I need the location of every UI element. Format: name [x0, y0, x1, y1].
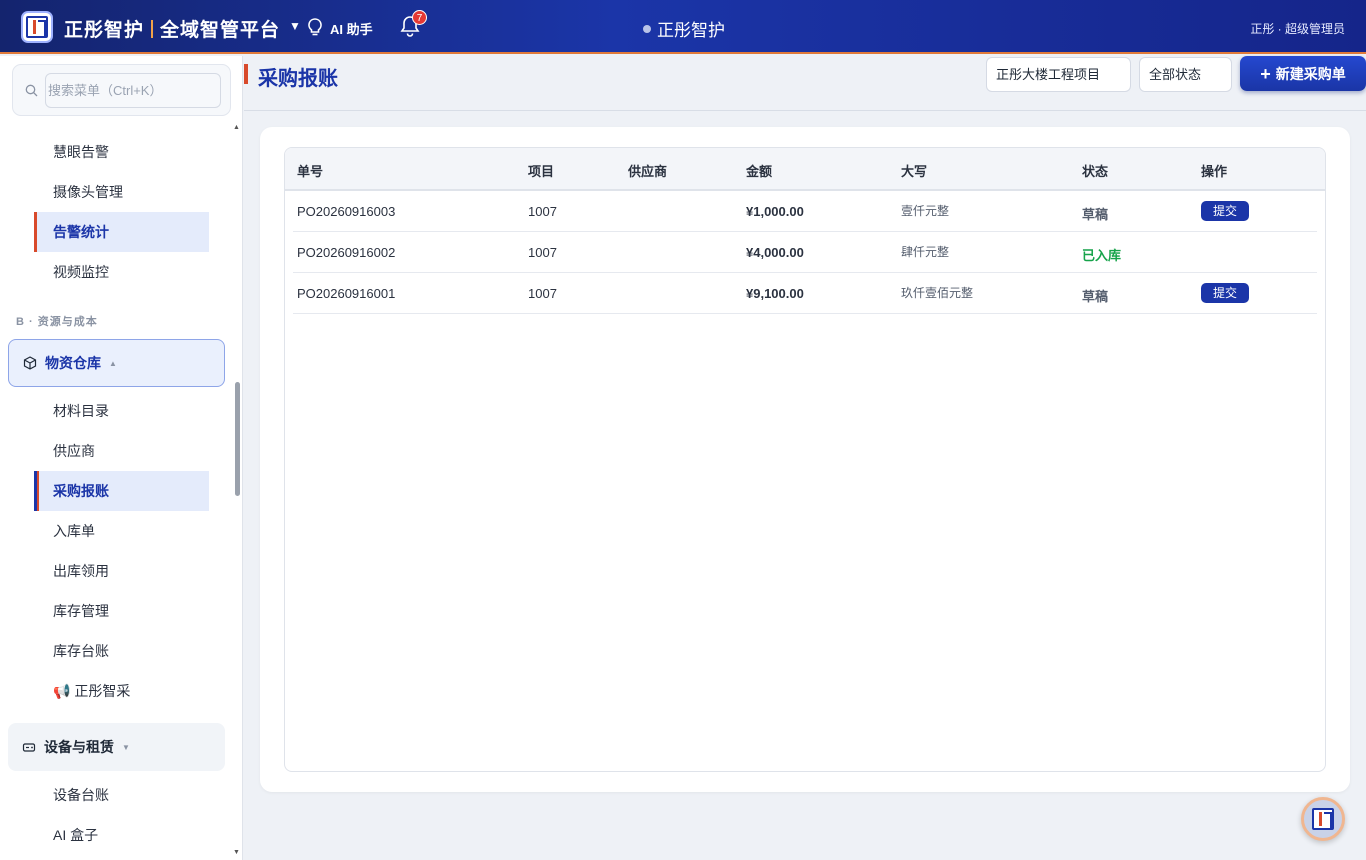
brand-divider [151, 20, 154, 38]
sidebar-item-purchase[interactable]: 采购报账 [34, 471, 209, 511]
assistant-logo-icon [1312, 808, 1334, 830]
sidebar-item-suppliers[interactable]: 供应商 [34, 431, 209, 471]
sidebar-item-video-monitor[interactable]: 视频监控 [34, 252, 209, 292]
column-header-project[interactable]: 项目 [528, 161, 554, 180]
sidebar-item-ai-box[interactable]: AI 盒子 [34, 815, 209, 855]
center-title: 正彤智护 [643, 16, 725, 41]
equipment-icon [22, 743, 36, 752]
status-dot-icon [643, 24, 651, 33]
sidebar-group-warehouse[interactable]: 物资仓库 ▲ [8, 339, 225, 387]
project-select[interactable]: 正彤大楼工程项目 [986, 57, 1131, 92]
page-title: 采购报账 [258, 68, 338, 90]
submit-button[interactable]: 提交 [1201, 201, 1249, 221]
menu-search-box [12, 64, 231, 116]
section-label-resources: B · 资源与成本 [16, 316, 98, 328]
platform-name: 全域智管平台 [160, 20, 281, 41]
cell-project: 1007 [528, 286, 557, 301]
sidebar-item-outbound[interactable]: 出库领用 [34, 551, 209, 591]
sidebar-item-inventory[interactable]: 库存管理 [34, 591, 209, 631]
cell-project: 1007 [528, 204, 557, 219]
search-icon [25, 84, 38, 97]
new-purchase-order-button[interactable]: + 新建采购单 [1240, 56, 1366, 91]
purchase-table: 单号 项目 供应商 金额 大写 状态 操作 PO20260916003 1007… [284, 147, 1326, 772]
cell-order-no: PO20260916003 [297, 204, 396, 219]
group-label: 物资仓库 [45, 355, 101, 371]
status-badge: 草稿 [1082, 289, 1109, 304]
sidebar-item-alerts[interactable]: 慧眼告警 [34, 132, 209, 172]
sidebar-item-materials[interactable]: 材料目录 [34, 391, 209, 431]
status-select[interactable]: 全部状态 [1139, 57, 1232, 92]
lightbulb-icon[interactable] [306, 17, 324, 37]
sidebar-item-alert-stats[interactable]: 告警统计 [34, 212, 209, 252]
column-header-status[interactable]: 状态 [1082, 161, 1108, 180]
column-header-no[interactable]: 单号 [297, 161, 323, 180]
cell-order-no: PO20260916001 [297, 286, 396, 301]
group-label: 设备与租赁 [44, 739, 114, 755]
column-header-amount[interactable]: 金额 [746, 161, 772, 180]
cell-amount-cn: 壹仟元整 [901, 204, 950, 218]
new-button-label: 新建采购单 [1275, 65, 1346, 82]
sidebar-scrollbar[interactable] [235, 382, 240, 496]
menu-search-input[interactable] [45, 73, 221, 108]
sidebar-group-equipment[interactable]: 设备与租赁 ▼ [8, 723, 225, 771]
sidebar-item-cameras[interactable]: 摄像头管理 [34, 172, 209, 212]
sidebar-item-ledger[interactable]: 库存台账 [34, 631, 209, 671]
status-badge: 草稿 [1082, 207, 1109, 222]
content-card: 单号 项目 供应商 金额 大写 状态 操作 PO20260916003 1007… [260, 127, 1350, 792]
center-title-text: 正彤智护 [657, 21, 725, 40]
scroll-down-icon[interactable]: ▼ [233, 849, 240, 856]
table-row[interactable]: PO20260916001 1007 ¥9,100.00 玖仟壹佰元整 草稿 提… [293, 273, 1317, 314]
app-logo[interactable] [21, 11, 53, 43]
top-navigation-bar: 正彤智护 全域智管平台 ▼ AI 助手 7 正彤智护 正彤 · 超级管理员 [0, 0, 1366, 54]
scroll-up-icon[interactable]: ▲ [233, 124, 240, 131]
column-header-amount-cn[interactable]: 大写 [901, 161, 927, 180]
notification-count-badge: 7 [412, 10, 427, 25]
sidebar-item-inbound[interactable]: 入库单 [34, 511, 209, 551]
sidebar: ▲ ▼ 慧眼告警 摄像头管理 告警统计 视频监控 B · 资源与成本 物资仓库 … [0, 56, 243, 860]
cell-amount-cn: 肆仟元整 [901, 245, 950, 259]
submit-button[interactable]: 提交 [1201, 283, 1249, 303]
cell-amount: ¥1,000.00 [746, 204, 804, 219]
floating-assistant-button[interactable] [1301, 797, 1345, 841]
column-header-action: 操作 [1201, 164, 1228, 179]
cell-project: 1007 [528, 245, 557, 260]
chevron-up-icon: ▲ [109, 358, 117, 368]
status-badge: 已入库 [1082, 248, 1122, 263]
user-menu[interactable]: 正彤 · 超级管理员 [1250, 20, 1345, 37]
table-row[interactable]: PO20260916003 1007 ¥1,000.00 壹仟元整 草稿 提交 [293, 191, 1317, 232]
platform-dropdown-caret-icon[interactable]: ▼ [289, 19, 301, 33]
box-icon [23, 356, 37, 370]
plus-icon: + [1260, 63, 1271, 84]
cell-amount-cn: 玖仟壹佰元整 [901, 286, 974, 300]
cell-order-no: PO20260916002 [297, 245, 396, 260]
sidebar-item-equipment-ledger[interactable]: 设备台账 [34, 775, 209, 815]
table-row[interactable]: PO20260916002 1007 ¥4,000.00 肆仟元整 已入库 [293, 232, 1317, 273]
table-header: 单号 项目 供应商 金额 大写 状态 操作 [285, 148, 1325, 191]
cell-amount: ¥9,100.00 [746, 286, 804, 301]
content-header: 采购报账 正彤大楼工程项目 全部状态 + 新建采购单 [244, 56, 1366, 111]
ai-assistant-button[interactable]: AI 助手 [330, 19, 373, 38]
brand-name: 正彤智护 [64, 20, 145, 41]
chevron-down-icon: ▼ [122, 742, 130, 752]
cell-amount: ¥4,000.00 [746, 245, 804, 260]
sidebar-item-smart-procure[interactable]: 📢 正彤智采 [34, 671, 209, 711]
column-header-supplier[interactable]: 供应商 [628, 161, 667, 180]
brand-title: 正彤智护 全域智管平台 [64, 15, 280, 42]
title-accent-bar [244, 64, 248, 84]
